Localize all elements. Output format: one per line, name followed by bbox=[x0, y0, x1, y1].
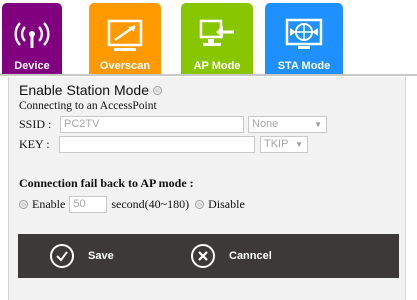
save-button[interactable]: Save bbox=[50, 234, 114, 278]
ssid-input[interactable]: PC2TV bbox=[60, 116, 244, 133]
ssid-label: SSID : bbox=[19, 117, 52, 131]
fallback-row: Enable 50 second(40~180) Disable bbox=[19, 196, 245, 213]
tab-overscan[interactable]: Overscan bbox=[89, 3, 161, 75]
save-label: Save bbox=[88, 250, 114, 262]
security-select-value: None bbox=[252, 118, 279, 130]
encryption-select-value: TKIP bbox=[264, 138, 289, 150]
globe-arrows-icon bbox=[284, 16, 324, 56]
cancel-label: Canncel bbox=[229, 250, 272, 262]
cancel-button[interactable]: Canncel bbox=[191, 234, 272, 278]
fallback-seconds-input[interactable]: 50 bbox=[69, 196, 108, 213]
fallback-seconds-suffix: second(40~180) bbox=[111, 197, 190, 211]
tab-sta-mode[interactable]: STA Mode bbox=[265, 3, 343, 75]
key-label: KEY : bbox=[19, 137, 50, 151]
tab-ap-mode-label: AP Mode bbox=[193, 60, 241, 72]
wireless-signal-icon bbox=[12, 16, 52, 56]
enable-fallback-label: Enable bbox=[32, 197, 66, 211]
ssid-row: SSID : PC2TV None ▼ bbox=[19, 116, 327, 133]
chevron-down-icon: ▼ bbox=[295, 140, 303, 149]
tab-device[interactable]: Device bbox=[2, 3, 62, 75]
action-bar: Save Canncel bbox=[18, 234, 399, 278]
section-subtitle: Connecting to an AccessPoint bbox=[19, 100, 157, 112]
key-input[interactable] bbox=[59, 136, 255, 153]
tab-divider bbox=[0, 74, 417, 76]
monitor-arrow-icon bbox=[197, 16, 237, 56]
monitor-resize-icon bbox=[105, 16, 145, 56]
encryption-select[interactable]: TKIP ▼ bbox=[260, 136, 308, 153]
tab-overscan-label: Overscan bbox=[99, 60, 151, 72]
fallback-title: Connection fail back to AP mode : bbox=[19, 176, 194, 190]
check-icon bbox=[50, 244, 74, 268]
disable-fallback-radio[interactable] bbox=[195, 200, 205, 209]
enable-fallback-radio[interactable] bbox=[19, 200, 28, 209]
tab-sta-mode-label: STA Mode bbox=[277, 60, 331, 72]
tab-ap-mode[interactable]: AP Mode bbox=[181, 3, 253, 75]
chevron-down-icon: ▼ bbox=[314, 120, 322, 129]
section-title-text: Enable Station Mode bbox=[19, 82, 149, 98]
disable-fallback-label: Disable bbox=[208, 197, 245, 211]
section-title: Enable Station Mode bbox=[19, 82, 162, 98]
close-icon bbox=[191, 244, 215, 268]
tab-bar: Device Overscan AP Mode STA Mode bbox=[0, 0, 417, 75]
tab-device-label: Device bbox=[14, 60, 50, 72]
enable-station-radio[interactable] bbox=[152, 85, 162, 95]
tab-strip: Device Overscan AP Mode STA Mode bbox=[0, 0, 417, 75]
key-row: KEY : TKIP ▼ bbox=[19, 136, 308, 153]
security-select[interactable]: None ▼ bbox=[248, 116, 327, 133]
